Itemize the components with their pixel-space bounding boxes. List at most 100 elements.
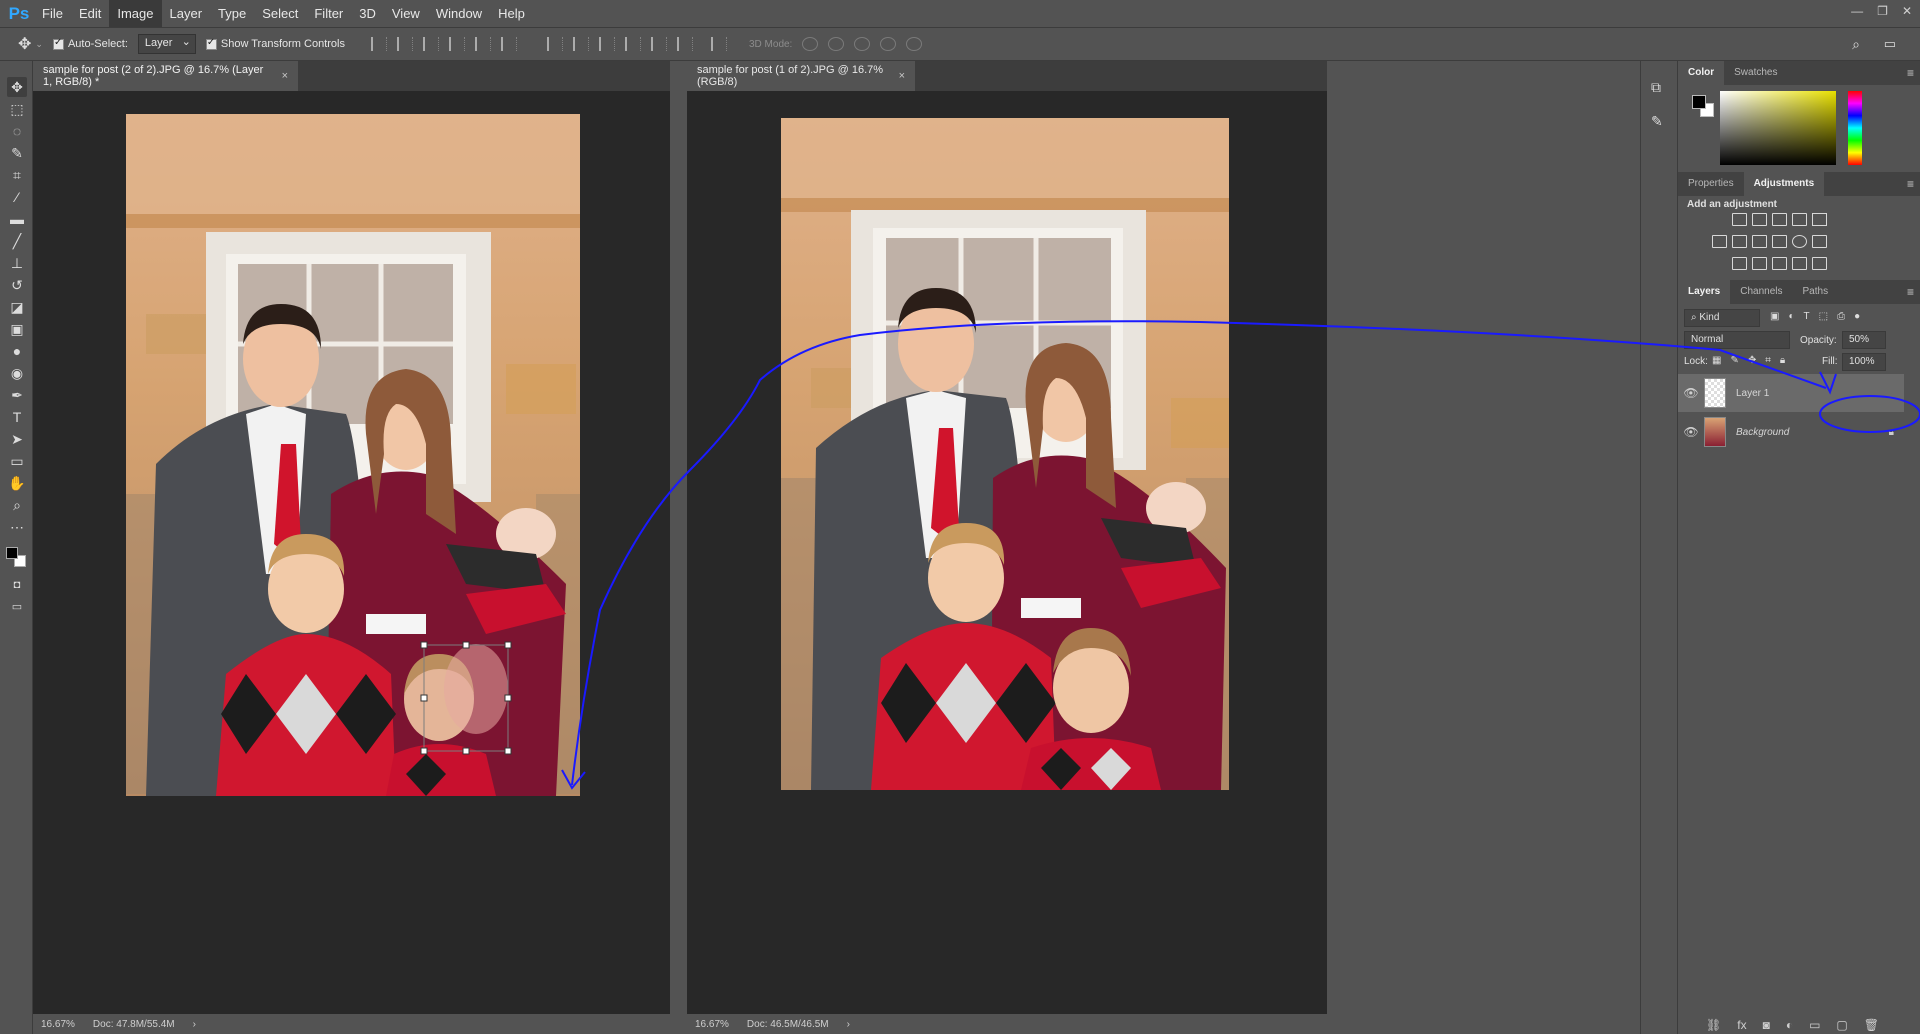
status-menu-icon[interactable]: › [847,1019,850,1030]
distribute-left-icon[interactable] [624,37,641,51]
more-tools-icon[interactable]: ⋯ [7,517,27,537]
layer-row-layer-1[interactable]: 👁︎ Layer 1 [1678,374,1904,412]
distribute-hcenter-icon[interactable] [650,37,667,51]
panel-menu-icon[interactable]: ≡ [1907,66,1914,80]
new-group-icon[interactable]: ▭ [1809,1018,1820,1032]
lock-artboard-icon[interactable]: ⌗ [1765,355,1771,366]
align-bottom-icon[interactable] [422,37,439,51]
vibrance-adjustment-icon[interactable] [1812,213,1827,226]
distribute-right-icon[interactable] [676,37,693,51]
align-hcenter-icon[interactable] [474,37,491,51]
menu-select[interactable]: Select [254,0,306,27]
layer-filter-kind-dropdown[interactable]: ⌕ Kind [1684,309,1760,327]
tab-paths[interactable]: Paths [1793,280,1839,304]
fg-color-swatch[interactable] [1692,95,1706,109]
menu-view[interactable]: View [384,0,428,27]
new-adjustment-icon[interactable]: ◐ [1786,1018,1793,1032]
layer-name[interactable]: Background [1736,427,1789,438]
tool-preset-chevron-icon[interactable]: ⌄ [35,39,43,50]
healing-brush-tool-icon[interactable]: ▬ [7,209,27,229]
shape-filter-icon[interactable]: ⬚ [1819,311,1828,322]
brush-settings-panel-icon[interactable]: ✎ [1651,113,1663,130]
distribute-top-icon[interactable] [546,37,563,51]
type-tool-icon[interactable]: T [7,407,27,427]
pan-3d-icon[interactable] [854,37,871,51]
menu-3d[interactable]: 3D [351,0,384,27]
minimize-button[interactable]: — [1851,4,1863,18]
channel-mixer-adjustment-icon[interactable] [1792,235,1807,248]
crop-tool-icon[interactable]: ⌗ [7,165,27,185]
menu-layer[interactable]: Layer [162,0,211,27]
screen-mode-icon[interactable]: ▭ [7,597,27,617]
hue-slider[interactable] [1848,91,1862,165]
invert-adjustment-icon[interactable] [1732,257,1747,270]
visibility-eye-icon[interactable]: 👁︎ [1678,425,1704,439]
auto-select-dropdown[interactable]: Layer [137,34,196,54]
restore-button[interactable]: ❐ [1877,4,1888,18]
threshold-adjustment-icon[interactable] [1772,257,1787,270]
document-tab-1[interactable]: sample for post (2 of 2).JPG @ 16.7% (La… [33,61,298,91]
gradient-map-adjustment-icon[interactable] [1812,257,1827,270]
history-brush-tool-icon[interactable]: ↺ [7,275,27,295]
smart-object-filter-icon[interactable]: ⎙ [1837,311,1845,322]
history-panel-icon[interactable]: ⧉ [1651,79,1661,96]
checkbox-icon[interactable] [52,37,64,50]
brightness-adjustment-icon[interactable] [1732,213,1747,226]
tab-swatches[interactable]: Swatches [1724,61,1787,85]
photo-filter-adjustment-icon[interactable] [1772,235,1787,248]
gradient-tool-icon[interactable]: ▣ [7,319,27,339]
lock-position-icon[interactable]: ✥ [1748,355,1756,366]
path-select-tool-icon[interactable]: ➤ [7,429,27,449]
blur-tool-icon[interactable]: ● [7,341,27,361]
link-layers-icon[interactable]: ⛓ [1706,1018,1721,1032]
close-tab-icon[interactable]: × [899,70,905,82]
canvas-2[interactable] [687,91,1327,1014]
workspace-icon[interactable]: ▭ [1884,36,1896,52]
selective-color-adjustment-icon[interactable] [1792,257,1807,270]
quick-mask-icon[interactable]: ◘ [7,575,27,595]
curves-adjustment-icon[interactable] [1772,213,1787,226]
close-tab-icon[interactable]: × [282,70,288,82]
fx-icon[interactable]: fx [1737,1018,1746,1032]
hue-saturation-adjustment-icon[interactable] [1712,235,1727,248]
panel-menu-icon[interactable]: ≡ [1907,285,1914,299]
quick-select-tool-icon[interactable]: ✎ [7,143,27,163]
eyedropper-tool-icon[interactable]: ⁄ [7,187,27,207]
rectangle-tool-icon[interactable]: ▭ [7,451,27,471]
menu-image[interactable]: Image [109,0,162,27]
tab-layers[interactable]: Layers [1678,280,1731,304]
exposure-adjustment-icon[interactable] [1792,213,1807,226]
dodge-tool-icon[interactable]: ◉ [7,363,27,383]
panel-menu-icon[interactable]: ≡ [1907,177,1914,191]
color-field[interactable] [1720,91,1836,165]
brush-tool-icon[interactable]: ╱ [7,231,27,251]
menu-edit[interactable]: Edit [71,0,109,27]
tab-channels[interactable]: Channels [1730,280,1792,304]
filter-toggle-icon[interactable]: ● [1854,311,1860,322]
lock-image-icon[interactable]: ✎ [1730,355,1738,366]
color-balance-adjustment-icon[interactable] [1732,235,1747,248]
search-icon[interactable]: ⌕ [1852,36,1860,53]
color-lookup-adjustment-icon[interactable] [1812,235,1827,248]
tab-properties[interactable]: Properties [1678,172,1744,196]
layer-name[interactable]: Layer 1 [1736,388,1769,399]
add-mask-icon[interactable]: ◙ [1763,1018,1770,1032]
menu-type[interactable]: Type [210,0,254,27]
zoom-level[interactable]: 16.67% [695,1019,729,1030]
zoom-level[interactable]: 16.67% [41,1019,75,1030]
eraser-tool-icon[interactable]: ◪ [7,297,27,317]
tab-color[interactable]: Color [1678,61,1725,85]
lock-transparent-icon[interactable]: ▦ [1712,355,1721,366]
menu-help[interactable]: Help [490,0,533,27]
tab-adjustments[interactable]: Adjustments [1743,172,1825,196]
distribute-vcenter-icon[interactable] [572,37,589,51]
orbit-3d-icon[interactable] [802,37,819,51]
align-top-icon[interactable] [370,37,387,51]
new-layer-icon[interactable]: ▢ [1836,1018,1847,1032]
layer-row-background[interactable]: 👁︎ Background 🔒︎ [1678,413,1904,451]
show-transform-checkbox[interactable]: Show Transform Controls [205,37,345,50]
pixel-filter-icon[interactable]: ▣ [1770,311,1779,322]
scale-3d-icon[interactable] [906,37,923,51]
black-white-adjustment-icon[interactable] [1752,235,1767,248]
align-left-icon[interactable] [448,37,465,51]
